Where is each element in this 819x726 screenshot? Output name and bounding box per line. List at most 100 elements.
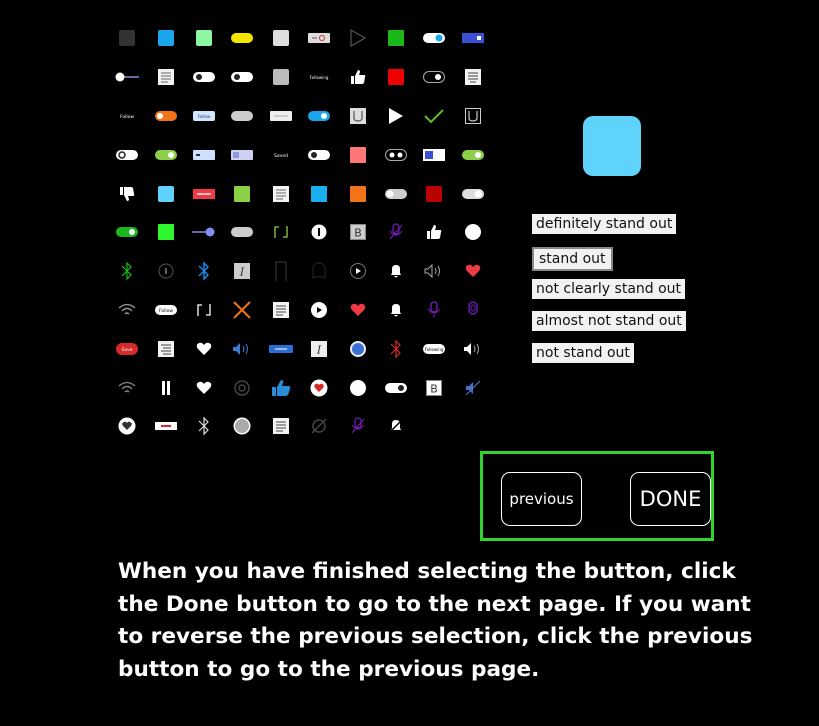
dark-red-square-icon[interactable] — [415, 174, 453, 213]
white-circle-icon[interactable] — [338, 368, 376, 407]
mic-icon[interactable] — [415, 291, 453, 330]
play-circle-icon[interactable] — [300, 291, 338, 330]
mic-off-icon[interactable] — [338, 407, 376, 446]
pause-icon[interactable] — [146, 368, 184, 407]
option-not-clearly-stand-out[interactable]: not clearly stand out — [532, 279, 686, 299]
toggle-ring-icon[interactable] — [108, 135, 146, 174]
minus-badge-icon[interactable] — [185, 135, 223, 174]
green-toggle-icon[interactable] — [108, 213, 146, 252]
follow-pill-icon[interactable]: Follow — [146, 291, 184, 330]
gray-pill-icon[interactable] — [223, 97, 261, 136]
option-almost-not-stand-out[interactable]: almost not stand out — [532, 311, 686, 331]
play-circle-icon[interactable] — [338, 252, 376, 291]
volume-icon[interactable] — [223, 329, 261, 368]
wifi-icon[interactable] — [108, 291, 146, 330]
blue-circle-icon[interactable] — [338, 329, 376, 368]
heart-circle-icon[interactable] — [108, 407, 146, 446]
bluetooth-icon[interactable] — [185, 252, 223, 291]
blue-toggle-icon[interactable] — [415, 19, 453, 58]
document-icon[interactable] — [146, 58, 184, 97]
flag-toggle-icon[interactable] — [415, 135, 453, 174]
thumbs-down-icon[interactable] — [108, 174, 146, 213]
saved-label-icon[interactable]: Saved — [262, 135, 300, 174]
radio-toggle-icon[interactable] — [377, 135, 415, 174]
mint-square-icon[interactable] — [185, 19, 223, 58]
eye-icon[interactable] — [223, 368, 261, 407]
toggle-icon[interactable] — [377, 368, 415, 407]
heart-circle-icon[interactable] — [300, 368, 338, 407]
bluetooth-icon[interactable] — [185, 407, 223, 446]
white-circle-icon[interactable] — [454, 213, 492, 252]
option-stand-out[interactable]: stand out — [532, 247, 613, 271]
red-slider-icon[interactable] — [185, 174, 223, 213]
mic-outline-icon[interactable] — [454, 291, 492, 330]
thumbs-up-icon[interactable] — [415, 213, 453, 252]
ghost-icon[interactable] — [300, 252, 338, 291]
gray-circle-icon[interactable] — [223, 407, 261, 446]
follow-small-icon[interactable]: Follow — [108, 97, 146, 136]
heart-icon[interactable] — [185, 368, 223, 407]
bracket-icon[interactable] — [262, 252, 300, 291]
document-icon[interactable] — [262, 407, 300, 446]
save-pill-icon[interactable]: Save — [108, 329, 146, 368]
eye-off-icon[interactable] — [300, 407, 338, 446]
lines-icon[interactable] — [146, 329, 184, 368]
exclamation-icon[interactable] — [300, 213, 338, 252]
option-definitely-stand-out[interactable]: definitely stand out — [532, 214, 677, 234]
blue-toggle-icon[interactable] — [300, 97, 338, 136]
red-square-icon[interactable] — [377, 58, 415, 97]
cyan-square-icon[interactable] — [146, 174, 184, 213]
play-outline-icon[interactable] — [338, 19, 376, 58]
italic-i-icon[interactable]: I — [223, 252, 261, 291]
blue-bar-icon[interactable] — [262, 329, 300, 368]
toggle-dark-icon[interactable] — [415, 58, 453, 97]
repeat-icon[interactable] — [185, 291, 223, 330]
record-toggle-icon[interactable] — [300, 19, 338, 58]
bold-b-icon[interactable]: B — [338, 213, 376, 252]
blue-square-icon[interactable] — [146, 19, 184, 58]
lines-icon[interactable] — [454, 58, 492, 97]
play-icon[interactable] — [377, 97, 415, 136]
bluetooth-icon[interactable] — [108, 252, 146, 291]
follow-button-icon[interactable]: Following — [300, 58, 338, 97]
blue-indicator-icon[interactable] — [454, 19, 492, 58]
green-square-icon[interactable] — [377, 19, 415, 58]
gray-toggle-icon[interactable] — [454, 174, 492, 213]
bell-off-icon[interactable] — [377, 407, 415, 446]
white-toggle-icon[interactable] — [377, 174, 415, 213]
blue-slider-icon[interactable] — [185, 213, 223, 252]
white-pill-icon[interactable] — [262, 97, 300, 136]
repeat-icon[interactable] — [262, 213, 300, 252]
slider-icon[interactable] — [108, 58, 146, 97]
bright-green-square-icon[interactable] — [146, 213, 184, 252]
trash-outline-icon[interactable] — [454, 97, 492, 136]
toggle-off-icon[interactable] — [185, 58, 223, 97]
bell-icon[interactable] — [377, 252, 415, 291]
thumbs-up-icon[interactable] — [338, 58, 376, 97]
gray-pill-icon[interactable] — [223, 213, 261, 252]
white-square-icon[interactable] — [262, 19, 300, 58]
cyan-square-icon[interactable] — [300, 174, 338, 213]
red-line-icon[interactable] — [146, 407, 184, 446]
volume-off-icon[interactable] — [454, 368, 492, 407]
option-not-stand-out[interactable]: not stand out — [532, 343, 634, 363]
heart-icon[interactable] — [454, 252, 492, 291]
document-icon[interactable] — [262, 174, 300, 213]
heart-icon[interactable] — [338, 291, 376, 330]
info-icon[interactable] — [146, 252, 184, 291]
dark-square-icon[interactable] — [108, 19, 146, 58]
bell-icon[interactable] — [377, 291, 415, 330]
green-toggle-icon[interactable] — [454, 135, 492, 174]
lime-square-icon[interactable] — [223, 174, 261, 213]
volume-icon[interactable] — [415, 252, 453, 291]
following-pill-icon[interactable]: Following — [415, 329, 453, 368]
volume-icon[interactable] — [454, 329, 492, 368]
orange-square-icon[interactable] — [338, 174, 376, 213]
close-icon[interactable] — [223, 291, 261, 330]
mic-off-icon[interactable] — [377, 213, 415, 252]
bluetooth-icon[interactable] — [377, 329, 415, 368]
yellow-pill-icon[interactable] — [223, 19, 261, 58]
check-icon[interactable] — [415, 97, 453, 136]
lilac-pill-icon[interactable] — [223, 135, 261, 174]
previous-button[interactable]: previous — [501, 472, 582, 526]
